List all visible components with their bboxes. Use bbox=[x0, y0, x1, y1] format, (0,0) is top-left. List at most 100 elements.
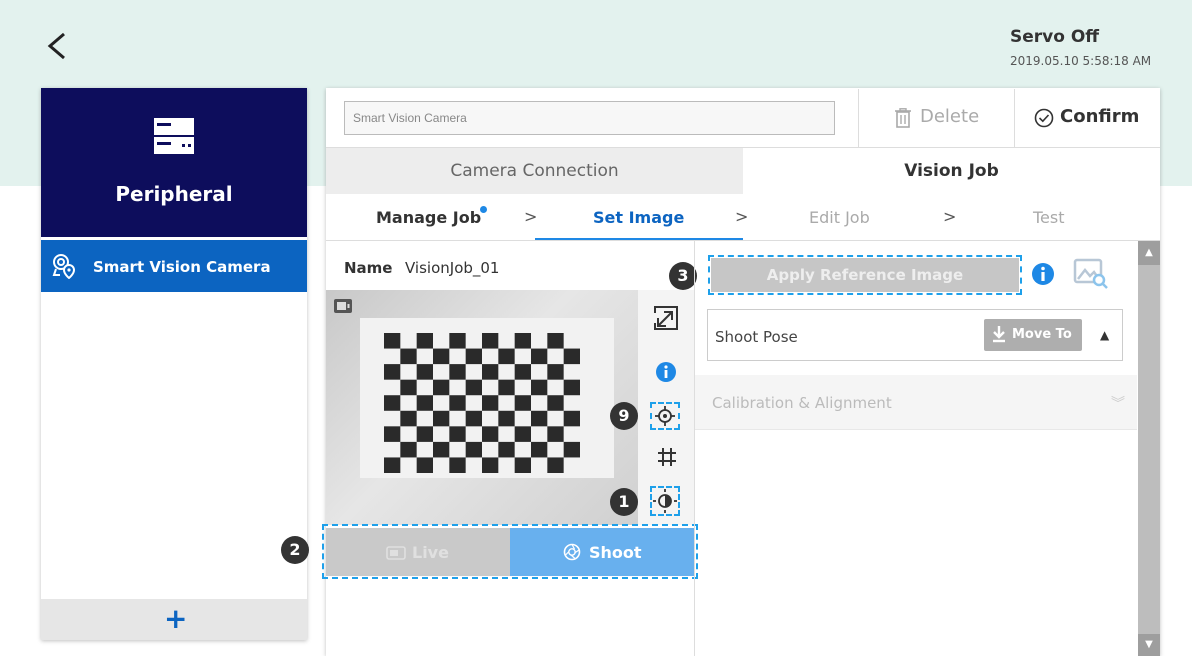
checker-square bbox=[563, 441, 580, 458]
trash-icon bbox=[894, 108, 912, 128]
job-name-label: Name bbox=[344, 259, 393, 277]
checker-square bbox=[498, 379, 515, 396]
checker-square bbox=[384, 364, 401, 380]
servo-status: Servo Off bbox=[1010, 27, 1100, 47]
chevron-left-icon bbox=[47, 32, 65, 60]
sidebar-header bbox=[41, 88, 307, 237]
download-icon bbox=[992, 325, 1006, 343]
checker-square bbox=[465, 410, 482, 427]
checker-square bbox=[416, 364, 433, 380]
checkerboard-pattern bbox=[384, 333, 580, 473]
checker-square bbox=[514, 395, 531, 411]
checker-square bbox=[416, 457, 433, 473]
checker-square bbox=[514, 457, 531, 473]
back-button[interactable] bbox=[38, 26, 78, 66]
scroll-up-arrow[interactable]: ▲ bbox=[1138, 241, 1160, 265]
job-name-value: VisionJob_01 bbox=[405, 259, 500, 277]
checker-square bbox=[547, 395, 564, 411]
apply-reference-image-label: Apply Reference Image bbox=[766, 266, 964, 284]
checker-square bbox=[384, 333, 401, 349]
checker-square bbox=[563, 379, 580, 396]
annotation-marker: 9 bbox=[610, 402, 638, 430]
sidebar-item-label: Smart Vision Camera bbox=[93, 258, 271, 276]
live-label: Live bbox=[412, 543, 449, 562]
notification-dot bbox=[480, 206, 487, 213]
checker-square bbox=[514, 364, 531, 380]
annotation-marker: 1 bbox=[610, 488, 638, 516]
checker-square bbox=[482, 457, 499, 473]
camera-location-icon bbox=[52, 253, 76, 280]
checker-square bbox=[547, 426, 564, 442]
server-icon bbox=[152, 116, 196, 156]
checker-square bbox=[563, 410, 580, 427]
checker-square bbox=[547, 457, 564, 473]
delete-label: Delete bbox=[920, 106, 980, 127]
checker-square bbox=[514, 333, 531, 349]
target-icon[interactable] bbox=[650, 402, 680, 430]
checker-square bbox=[416, 426, 433, 442]
checker-square bbox=[482, 364, 499, 380]
check-circle-icon bbox=[1034, 108, 1054, 128]
tab-label: Vision Job bbox=[904, 161, 999, 181]
checker-square bbox=[433, 410, 450, 427]
info-icon[interactable] bbox=[1031, 262, 1055, 286]
checker-square bbox=[384, 426, 401, 442]
checker-square bbox=[498, 348, 515, 365]
checker-square bbox=[433, 441, 450, 458]
checker-square bbox=[531, 379, 548, 396]
checker-square bbox=[416, 395, 433, 411]
checker-square bbox=[449, 457, 466, 473]
checker-square bbox=[531, 441, 548, 458]
step-manage-job[interactable]: Manage Job bbox=[376, 208, 481, 227]
datetime-label: 2019.05.10 5:58:18 AM bbox=[1010, 54, 1152, 68]
camera-icon bbox=[386, 545, 406, 561]
step-test[interactable]: Test bbox=[1033, 208, 1065, 227]
peripheral-name-input[interactable]: Smart Vision Camera bbox=[344, 101, 835, 135]
tab-label: Camera Connection bbox=[450, 161, 619, 181]
checker-square bbox=[498, 410, 515, 427]
checker-square bbox=[400, 379, 417, 396]
checker-square bbox=[531, 410, 548, 427]
annotation-marker: 3 bbox=[669, 262, 697, 290]
grid-icon[interactable] bbox=[655, 445, 679, 469]
chevron-right-icon: > bbox=[524, 207, 538, 226]
checker-square bbox=[498, 441, 515, 458]
checker-square bbox=[400, 441, 417, 458]
scroll-down-arrow[interactable]: ▼ bbox=[1138, 634, 1160, 656]
info-icon[interactable] bbox=[655, 361, 677, 383]
step-set-image[interactable]: Set Image bbox=[593, 208, 684, 227]
camera-icon bbox=[333, 298, 353, 314]
checker-square bbox=[433, 379, 450, 396]
checker-square bbox=[449, 333, 466, 349]
checker-square bbox=[465, 379, 482, 396]
checker-square bbox=[547, 333, 564, 349]
checker-square bbox=[514, 426, 531, 442]
annotation-marker: 2 bbox=[281, 536, 309, 564]
shoot-label: Shoot bbox=[589, 543, 642, 562]
checker-square bbox=[465, 348, 482, 365]
checker-square bbox=[433, 348, 450, 365]
checker-square bbox=[482, 395, 499, 411]
contrast-icon[interactable] bbox=[650, 486, 680, 516]
divider bbox=[326, 240, 1160, 241]
checker-square bbox=[400, 348, 417, 365]
shoot-pose-label: Shoot Pose bbox=[715, 328, 798, 346]
checker-square bbox=[482, 426, 499, 442]
chevron-right-icon: > bbox=[943, 207, 957, 226]
divider bbox=[694, 240, 695, 656]
checker-square bbox=[449, 364, 466, 380]
confirm-label: Confirm bbox=[1060, 106, 1140, 127]
sidebar-title: Peripheral bbox=[115, 182, 233, 206]
scrollbar[interactable] bbox=[1138, 241, 1160, 656]
image-search-icon[interactable] bbox=[1073, 258, 1109, 290]
checker-square bbox=[449, 426, 466, 442]
move-to-label: Move To bbox=[1012, 327, 1072, 342]
checker-square bbox=[482, 333, 499, 349]
checker-square bbox=[547, 364, 564, 380]
step-edit-job[interactable]: Edit Job bbox=[809, 208, 870, 227]
plus-icon: + bbox=[164, 602, 188, 635]
collapse-caret-icon[interactable]: ▲ bbox=[1100, 328, 1109, 342]
expand-icon[interactable] bbox=[652, 304, 680, 332]
checker-square bbox=[416, 333, 433, 349]
checker-square bbox=[384, 457, 401, 473]
